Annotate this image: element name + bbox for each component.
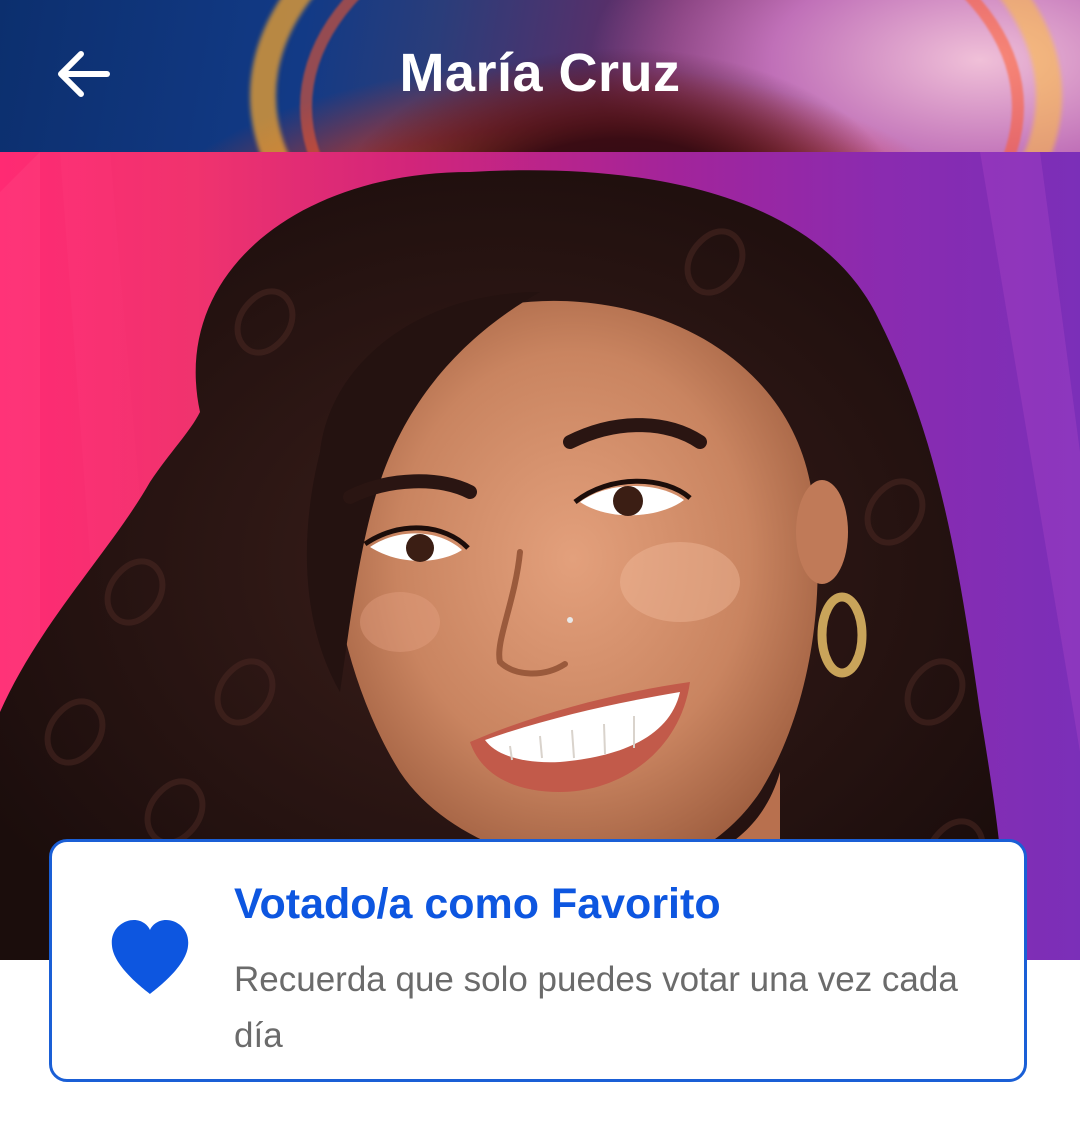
heart-icon bbox=[111, 920, 189, 994]
app-header: María Cruz bbox=[0, 0, 1080, 152]
vote-status-title: Votado/a como Favorito bbox=[234, 880, 721, 928]
arrow-left-icon bbox=[58, 51, 110, 97]
vote-confirmation-card: Votado/a como Favorito Recuerda que solo… bbox=[49, 839, 1027, 1082]
contestant-screen: María Cruz Votado/a como Favorito Recuer… bbox=[0, 0, 1080, 1133]
page-title: María Cruz bbox=[399, 42, 681, 103]
vote-status-subtitle: Recuerda que solo puedes votar una vez c… bbox=[234, 960, 958, 1055]
back-button[interactable] bbox=[40, 36, 126, 112]
